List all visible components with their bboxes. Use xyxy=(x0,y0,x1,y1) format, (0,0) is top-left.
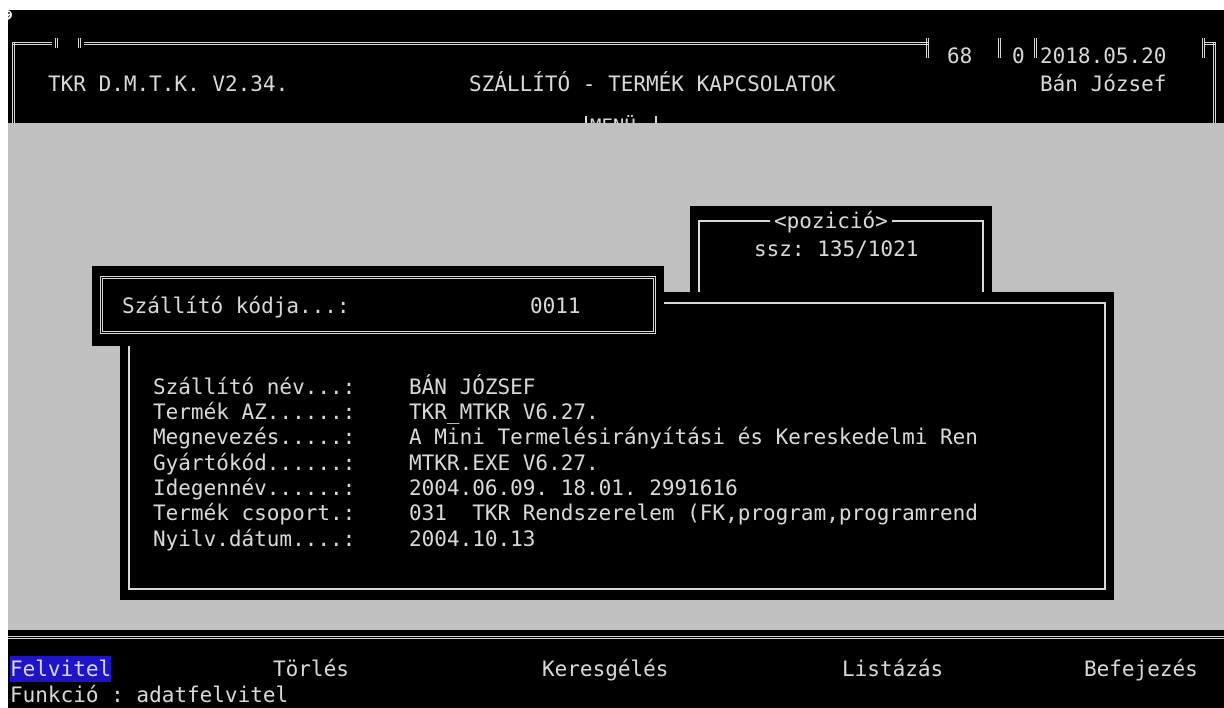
detail-value-gyartokod: MTKR.EXE V6.27. xyxy=(409,451,599,475)
terminal-screen: ☻ TKR D.M.T.K. V2.34. SZÁLLÍTÓ - TERMÉK … xyxy=(8,10,1224,708)
record-count: 68 xyxy=(947,44,973,68)
menu-item-befejezes[interactable]: Befejezés xyxy=(1084,656,1198,682)
detail-label-megnevezes: Megnevezés.....: xyxy=(153,425,356,449)
menu-item-keresgeles[interactable]: Keresgélés xyxy=(542,656,668,682)
detail-label-termek-az: Termék AZ......: xyxy=(153,400,356,424)
menu-item-listazas[interactable]: Listázás xyxy=(842,656,943,682)
detail-label-szallito-nev: Szállító név...: xyxy=(153,375,356,399)
app-title: TKR D.M.T.K. V2.34. xyxy=(48,72,289,96)
detail-value-termek-csoport: 031 TKR Rendszerelem (FK,program,program… xyxy=(409,501,978,525)
menu-item-felvitel[interactable]: Felvitel xyxy=(10,656,112,682)
menu-item-torles[interactable]: Törlés xyxy=(273,656,349,682)
detail-value-megnevezes: A Mini Termelésirányítási és Kereskedelm… xyxy=(409,425,978,449)
detail-value-termek-az: TKR_MTKR V6.27. xyxy=(409,400,599,424)
user-name: Bán József xyxy=(1040,72,1167,96)
menu-separator xyxy=(8,636,1224,639)
position-box-title: <pozició> xyxy=(770,208,892,234)
detail-value-idegennev: 2004.06.09. 18.01. 2991616 xyxy=(409,476,738,500)
page-title: SZÁLLÍTÓ - TERMÉK KAPCSOLATOK xyxy=(469,72,836,96)
supplier-code-label: Szállító kódja...: xyxy=(122,294,350,318)
detail-label-nyilv-datum: Nyilv.dátum....: xyxy=(153,527,356,551)
detail-value-nyilv-datum: 2004.10.13 xyxy=(409,527,536,551)
current-date: 2018.05.20 xyxy=(1040,44,1167,68)
position-box-value: ssz: 135/1021 xyxy=(754,237,919,261)
smiley-icon: ☻ xyxy=(8,10,12,26)
status-line: Funkció : adatfelvitel xyxy=(10,683,289,707)
detail-label-idegennev: Idegennév......: xyxy=(153,476,356,500)
detail-label-gyartokod: Gyártókód......: xyxy=(153,451,356,475)
detail-label-termek-csoport: Termék csoport.: xyxy=(153,501,356,525)
secondary-count: 0 xyxy=(1012,44,1025,68)
supplier-code-field[interactable]: 0011 xyxy=(530,293,581,319)
detail-value-szallito-nev: BÁN JÓZSEF xyxy=(409,375,536,399)
